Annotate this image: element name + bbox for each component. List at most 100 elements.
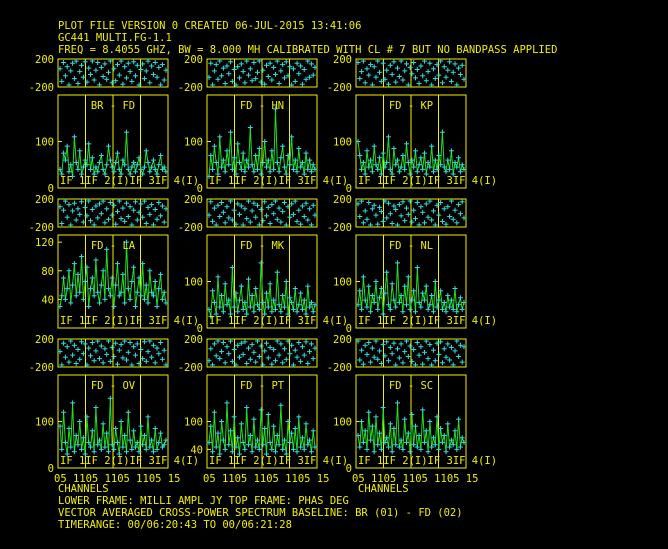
amplitude-point bbox=[398, 164, 404, 170]
amplitude-point bbox=[246, 442, 252, 448]
amplitude-point bbox=[260, 442, 266, 448]
amplitude-point bbox=[423, 428, 429, 434]
amplitude-point bbox=[156, 162, 162, 168]
phase-point bbox=[301, 67, 307, 72]
amplitude-point bbox=[68, 444, 74, 450]
phase-point bbox=[231, 347, 237, 352]
amplitude-point bbox=[158, 271, 164, 277]
amplitude-point bbox=[452, 285, 458, 291]
amplitude-point bbox=[452, 428, 458, 434]
phase-point bbox=[409, 219, 415, 225]
phase-tick-label: 200 bbox=[35, 54, 54, 66]
amplitude-point bbox=[456, 155, 462, 161]
amplitude-point bbox=[251, 416, 257, 422]
amplitude-point bbox=[375, 306, 381, 312]
amplitude-point bbox=[384, 269, 390, 275]
amplitude-point bbox=[305, 283, 311, 289]
phase-point bbox=[59, 221, 65, 226]
amplitude-point bbox=[445, 292, 451, 298]
panel-fd-pt: 200 -200 40 100 FD - PT IF 1IF 2(I)IF 3IF 4(I… bbox=[178, 334, 348, 485]
phase-point bbox=[416, 81, 422, 86]
amplitude-point bbox=[95, 442, 101, 448]
phase-point bbox=[263, 213, 269, 219]
phase-point bbox=[219, 200, 225, 205]
amplitude-point bbox=[380, 405, 386, 411]
amplitude-point bbox=[375, 442, 381, 448]
phase-point bbox=[222, 220, 228, 226]
amp-tick-label: 100 bbox=[35, 137, 54, 149]
phase-point bbox=[156, 351, 162, 357]
phase-point bbox=[61, 207, 67, 213]
phase-point bbox=[425, 214, 431, 220]
amplitude-point bbox=[402, 283, 408, 289]
amplitude-point bbox=[217, 134, 223, 140]
amplitude-point bbox=[432, 279, 438, 284]
amp-tick-label: 100 bbox=[35, 417, 54, 429]
phase-point bbox=[369, 345, 375, 351]
phase-point bbox=[102, 61, 108, 67]
phase-point bbox=[88, 218, 94, 224]
amplitude-point bbox=[93, 164, 99, 170]
amplitude-point bbox=[418, 446, 424, 452]
amplitude-point bbox=[68, 300, 74, 306]
amplitude-point bbox=[278, 402, 284, 408]
phase-point bbox=[242, 80, 248, 86]
phase-point bbox=[71, 342, 77, 348]
amplitude-point bbox=[211, 409, 217, 415]
amplitude-point bbox=[215, 274, 221, 280]
phase-point bbox=[380, 218, 386, 224]
header-line-1: PLOT FILE VERSION 0 CREATED 06-JUL-2015 … bbox=[58, 20, 361, 32]
amplitude-point bbox=[377, 295, 383, 301]
phase-point bbox=[247, 356, 253, 362]
phase-point bbox=[418, 204, 424, 210]
phase-point bbox=[310, 356, 316, 362]
phase-point bbox=[380, 60, 386, 66]
phase-point bbox=[418, 63, 424, 69]
if-labels: IF 1IF 2(I)IF 3IF 4(I) bbox=[60, 315, 199, 327]
amplitude-point bbox=[228, 129, 234, 135]
header-line-3: FREQ = 8.4055 GHZ, BW = 8.000 MH CALIBRA… bbox=[58, 44, 557, 56]
phase-point bbox=[307, 206, 313, 212]
phase-point bbox=[456, 202, 462, 208]
phase-point bbox=[427, 60, 433, 66]
phase-point bbox=[396, 355, 402, 361]
amplitude-point bbox=[445, 157, 451, 163]
amplitude-point bbox=[294, 169, 300, 175]
amplitude-point bbox=[219, 292, 225, 298]
amplitude-point bbox=[75, 271, 81, 277]
amplitude-point bbox=[412, 423, 418, 429]
amplitude-point bbox=[104, 162, 110, 168]
amplitude-point bbox=[452, 159, 458, 165]
phase-point bbox=[292, 78, 298, 84]
amplitude-point bbox=[414, 444, 420, 450]
phase-point bbox=[147, 80, 153, 86]
phase-point bbox=[224, 344, 230, 350]
amplitude-point bbox=[283, 279, 289, 284]
phase-point bbox=[97, 356, 103, 362]
phase-point bbox=[93, 348, 99, 354]
phase-point bbox=[359, 347, 365, 353]
phase-point bbox=[125, 60, 131, 66]
phase-point bbox=[154, 216, 160, 222]
amplitude-point bbox=[272, 306, 278, 312]
amplitude-point bbox=[360, 274, 366, 280]
amplitude-point bbox=[454, 164, 460, 170]
amplitude-point bbox=[262, 425, 268, 431]
amplitude-point bbox=[432, 157, 438, 163]
phase-point bbox=[276, 81, 282, 86]
amplitude-point bbox=[79, 446, 85, 452]
amplitude-point bbox=[228, 428, 234, 434]
amplitude-point bbox=[263, 164, 269, 170]
amplitude-point bbox=[226, 442, 232, 448]
amplitude-point bbox=[125, 409, 131, 415]
amplitude-point bbox=[107, 293, 113, 299]
amplitude-point bbox=[132, 444, 138, 450]
amplitude-point bbox=[66, 268, 72, 274]
amplitude-point bbox=[292, 157, 298, 163]
if-labels: IF 1IF 2(I)IF 3IF 4(I) bbox=[60, 455, 199, 467]
amplitude-point bbox=[450, 306, 456, 312]
amplitude-point bbox=[213, 159, 219, 165]
phase-point bbox=[402, 68, 408, 74]
amplitude-point bbox=[64, 286, 70, 292]
amplitude-point bbox=[145, 300, 151, 306]
